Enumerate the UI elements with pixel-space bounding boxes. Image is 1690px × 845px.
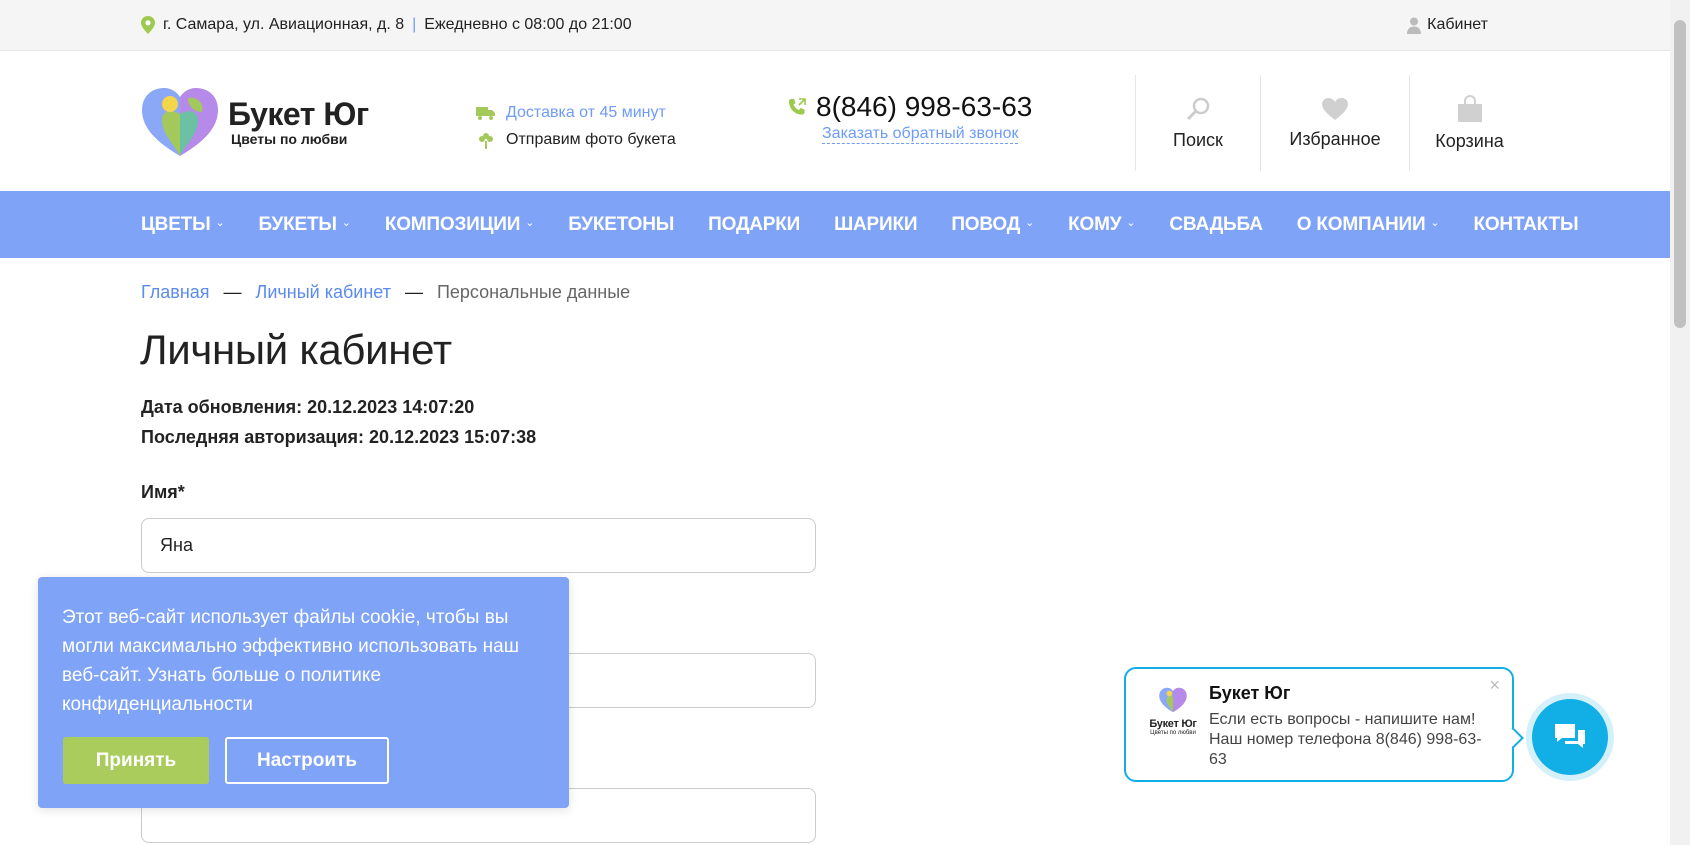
cabinet-link[interactable]: Кабинет [1407, 16, 1488, 34]
accept-cookies-button[interactable]: Принять [63, 737, 209, 784]
chat-logo-slogan: Цветы по любви [1150, 730, 1196, 736]
name-label: Имя* [141, 482, 185, 502]
delivery-link[interactable]: Доставка от 45 минут [506, 104, 666, 122]
favorites-button[interactable]: Избранное [1260, 75, 1409, 171]
opening-hours: Ежедневно с 08:00 до 21:00 [424, 16, 632, 33]
site-logo[interactable]: Букет Юг Цветы по любви [140, 86, 369, 158]
top-bar: г. Самара, ул. Авиационная, д. 8 | Ежедн… [0, 0, 1670, 51]
search-icon [1186, 97, 1210, 120]
chevron-down-icon: ⌄ [1126, 217, 1136, 229]
chat-logo: Букет Юг Цветы по любви [1146, 687, 1200, 736]
account-meta: Дата обновления: 20.12.2023 14:07:20 Пос… [141, 392, 536, 452]
phone-block: 8(846) 998-63-63 Заказать обратный звоно… [788, 91, 1032, 144]
breadcrumb-current: Персональные данные [436, 282, 631, 302]
chevron-down-icon: ⌄ [341, 217, 351, 229]
nav-item-flowers[interactable]: Цветы ⌄ [141, 214, 225, 236]
nav-list: Цветы ⌄ Букеты ⌄ Композиции ⌄ Букетоны Пода… [141, 191, 1612, 258]
nav-item-contacts[interactable]: Контакты [1473, 214, 1578, 236]
bag-icon [1457, 94, 1482, 122]
heart-icon [1322, 97, 1348, 120]
chat-message: Если есть вопросы - напишите нам! Наш но… [1209, 711, 1482, 768]
phone-number[interactable]: 8(846) 998-63-63 [816, 91, 1032, 123]
chevron-down-icon: ⌄ [525, 217, 535, 229]
close-icon[interactable]: × [1489, 675, 1500, 696]
chat-logo-brand: Букет Юг [1149, 718, 1197, 730]
address-text: г. Самара, ул. Авиационная, д. 8 [163, 16, 405, 33]
delivery-info: Доставка от 45 минут Отправим фото букет… [476, 99, 676, 153]
nav-item-compositions[interactable]: Композиции ⌄ [385, 214, 535, 236]
phone-icon [789, 98, 806, 115]
main-nav: Цветы ⌄ Букеты ⌄ Композиции ⌄ Букетоны Пода… [0, 191, 1670, 258]
flower-icon [479, 132, 493, 149]
chevron-down-icon: ⌄ [215, 217, 225, 229]
updated-date: Дата обновления: 20.12.2023 14:07:20 [141, 397, 475, 417]
breadcrumb-cabinet[interactable]: Личный кабинет [256, 282, 391, 303]
photo-info: Отправим фото букета [506, 130, 676, 148]
page-scrollbar[interactable] [1670, 0, 1690, 845]
chevron-down-icon: ⌄ [1430, 217, 1440, 229]
name-field[interactable] [141, 518, 816, 573]
heart-logo-icon [142, 88, 218, 156]
nav-item-bouquets[interactable]: Букеты ⌄ [259, 214, 352, 236]
address-separator: | [412, 16, 417, 33]
user-icon [1407, 17, 1422, 34]
header-actions: Поиск Избранное Корзина [1135, 75, 1529, 171]
truck-icon [476, 106, 495, 120]
nav-item-recipient[interactable]: Кому ⌄ [1068, 214, 1135, 236]
chat-icon [1555, 724, 1585, 748]
cart-button[interactable]: Корзина [1409, 75, 1529, 171]
brand-slogan: Цветы по любви [231, 131, 348, 147]
chevron-down-icon: ⌄ [1025, 217, 1035, 229]
heart-logo-icon [1159, 687, 1187, 713]
cabinet-label: Кабинет [1427, 16, 1488, 33]
callback-link[interactable]: Заказать обратный звонок [822, 125, 1019, 144]
nav-item-about[interactable]: О компании ⌄ [1297, 214, 1440, 236]
store-address: г. Самара, ул. Авиационная, д. 8 | Ежедн… [141, 16, 632, 34]
configure-cookies-button[interactable]: Настроить [225, 737, 389, 784]
breadcrumb-home[interactable]: Главная [141, 282, 210, 303]
cookie-text: Этот веб-сайт использует файлы cookie, ч… [62, 607, 519, 715]
nav-item-balloons[interactable]: Шарики [834, 214, 917, 236]
cart-label: Корзина [1435, 130, 1504, 151]
last-login-date: Последняя авторизация: 20.12.2023 15:07:… [141, 427, 537, 447]
cookie-banner: Этот веб-сайт использует файлы cookie, ч… [38, 577, 569, 808]
search-button[interactable]: Поиск [1135, 75, 1260, 171]
nav-item-buketony[interactable]: Букетоны [568, 214, 674, 236]
search-label: Поиск [1173, 129, 1223, 150]
chat-sender-name: Букет Юг [1209, 683, 1291, 703]
breadcrumb: Главная — Личный кабинет — Персональные … [141, 282, 630, 303]
location-pin-icon [141, 16, 155, 34]
nav-item-wedding[interactable]: Свадьба [1169, 214, 1263, 236]
breadcrumb-separator: — [223, 282, 242, 302]
breadcrumb-separator: — [404, 282, 423, 302]
favorites-label: Избранное [1289, 128, 1381, 149]
site-header: Букет Юг Цветы по любви Доставка от 45 м… [0, 51, 1670, 191]
brand-name: Букет Юг [228, 96, 369, 132]
nav-item-occasion[interactable]: Повод ⌄ [951, 214, 1034, 236]
scrollbar-thumb[interactable] [1674, 20, 1686, 328]
chat-popup[interactable]: × Букет Юг Цветы по любви Букет Юг Если … [1124, 667, 1524, 782]
page-title: Личный кабинет [140, 326, 452, 373]
chat-button[interactable] [1532, 699, 1608, 775]
nav-item-gifts[interactable]: Подарки [708, 214, 800, 236]
